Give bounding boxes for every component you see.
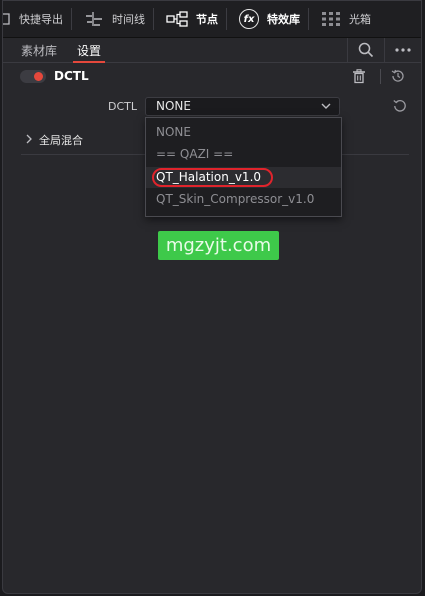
watermark-label: mgzyjt.com bbox=[158, 231, 279, 260]
search-icon bbox=[358, 42, 374, 58]
timeline-icon bbox=[86, 12, 102, 26]
search-button[interactable] bbox=[347, 38, 384, 62]
dctl-options-list: NONE == QAZI == QT_Halation_v1.0 QT_Skin… bbox=[145, 117, 342, 217]
history-icon[interactable] bbox=[390, 68, 406, 84]
export-icon bbox=[3, 13, 10, 25]
toolbar-effects-library[interactable]: fx 特效库 bbox=[227, 1, 308, 37]
dropdown-option[interactable]: NONE bbox=[146, 122, 341, 143]
tab-settings[interactable]: 设置 bbox=[67, 38, 111, 63]
dctl-select[interactable]: NONE bbox=[145, 97, 340, 116]
dctl-enable-toggle[interactable] bbox=[20, 70, 46, 83]
dropdown-option-label: QT_Halation_v1.0 bbox=[156, 170, 262, 184]
reset-icon[interactable] bbox=[392, 98, 408, 114]
dropdown-option[interactable]: QT_Skin_Compressor_v1.0 bbox=[146, 189, 341, 210]
more-icon bbox=[395, 48, 411, 52]
toolbar-lightbox[interactable]: 光箱 bbox=[309, 1, 379, 37]
dropdown-option-label: QT_Skin_Compressor_v1.0 bbox=[156, 192, 315, 206]
toolbar-timeline[interactable]: 时间线 bbox=[72, 1, 153, 37]
top-toolbar: 快捷导出 时间线 节点 fx 特效库 光箱 bbox=[3, 1, 421, 38]
global-blend-label: 全局混合 bbox=[39, 134, 83, 147]
header-divider bbox=[380, 69, 381, 84]
dctl-title: DCTL bbox=[54, 69, 89, 83]
panel-tabs: 素材库 设置 bbox=[3, 38, 421, 63]
trash-icon[interactable] bbox=[352, 69, 366, 84]
more-options-button[interactable] bbox=[384, 38, 421, 62]
toggle-indicator bbox=[34, 72, 43, 81]
chevron-down-icon bbox=[321, 103, 331, 109]
chevron-right-icon bbox=[26, 134, 32, 144]
toolbar-effects-library-label: 特效库 bbox=[267, 13, 300, 26]
dctl-header: DCTL bbox=[3, 67, 421, 87]
toolbar-nodes-label: 节点 bbox=[196, 13, 218, 26]
dropdown-option-highlighted[interactable]: QT_Halation_v1.0 bbox=[146, 167, 341, 188]
dropdown-option[interactable]: == QAZI == bbox=[146, 144, 341, 165]
toolbar-timeline-label: 时间线 bbox=[112, 13, 145, 26]
effects-panel: 快捷导出 时间线 节点 fx 特效库 光箱 素材库 设置 DCTL DCTL N… bbox=[2, 0, 422, 594]
dctl-field-label: DCTL bbox=[108, 100, 137, 113]
toolbar-nodes[interactable]: 节点 bbox=[154, 1, 226, 37]
dctl-select-value: NONE bbox=[156, 99, 191, 113]
dropdown-option-label: == QAZI == bbox=[156, 147, 234, 161]
toolbar-lightbox-label: 光箱 bbox=[349, 13, 371, 26]
toolbar-quick-export-label: 快捷导出 bbox=[19, 13, 63, 26]
fx-icon: fx bbox=[239, 9, 259, 29]
toolbar-quick-export[interactable]: 快捷导出 bbox=[3, 1, 71, 37]
nodes-icon bbox=[166, 11, 188, 27]
tab-media-library-label: 素材库 bbox=[21, 43, 58, 58]
tab-settings-label: 设置 bbox=[77, 43, 102, 58]
lightbox-icon bbox=[322, 12, 340, 26]
tab-media-library[interactable]: 素材库 bbox=[3, 38, 67, 62]
dropdown-option-label: NONE bbox=[156, 125, 191, 139]
